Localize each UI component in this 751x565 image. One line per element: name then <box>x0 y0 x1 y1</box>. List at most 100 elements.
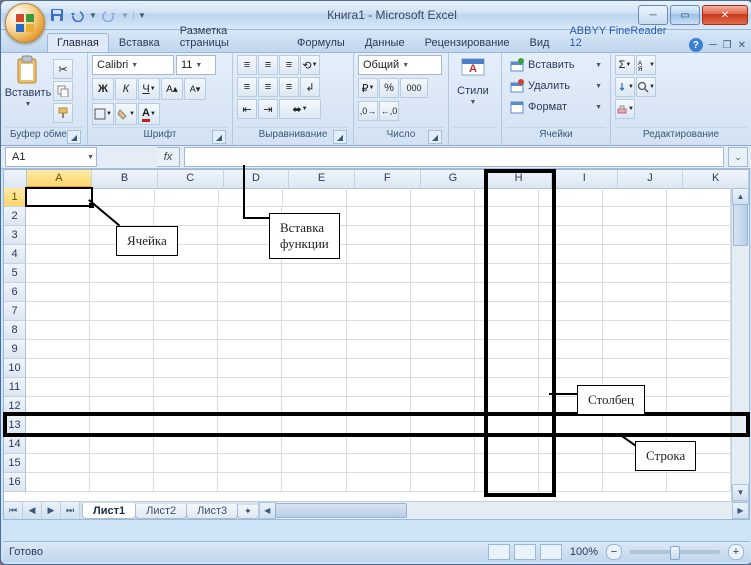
cell[interactable] <box>603 473 667 492</box>
cell[interactable] <box>154 378 218 397</box>
decrease-decimal-icon[interactable]: ←,0 <box>379 101 399 121</box>
cell[interactable] <box>347 454 411 473</box>
row-header[interactable]: 5 <box>4 264 26 283</box>
tab-view[interactable]: Вид <box>520 33 560 52</box>
view-page-break-icon[interactable] <box>540 544 562 560</box>
row-header[interactable]: 14 <box>4 435 26 454</box>
help-icon[interactable]: ? <box>689 38 703 52</box>
wrap-text-icon[interactable]: ↲ <box>300 77 320 97</box>
cell[interactable] <box>667 321 731 340</box>
cell[interactable] <box>347 302 411 321</box>
cell[interactable] <box>539 188 603 207</box>
find-icon[interactable]: ▼ <box>636 77 656 97</box>
cell[interactable] <box>347 207 411 226</box>
cell[interactable] <box>26 397 90 416</box>
cell[interactable] <box>411 359 475 378</box>
increase-font-icon[interactable]: A▴ <box>161 78 183 100</box>
cell[interactable] <box>475 188 539 207</box>
cell[interactable] <box>154 283 218 302</box>
cell[interactable] <box>90 264 154 283</box>
sort-icon[interactable]: АЯ▼ <box>636 55 656 75</box>
undo-dropdown-icon[interactable]: ▼ <box>89 11 97 20</box>
cell[interactable] <box>475 321 539 340</box>
name-box[interactable]: A1▼ <box>5 147 97 167</box>
cell[interactable] <box>667 397 731 416</box>
column-header[interactable]: A <box>27 170 93 188</box>
cell[interactable] <box>218 378 282 397</box>
currency-icon[interactable]: ₽▼ <box>358 78 378 98</box>
cell[interactable] <box>26 454 90 473</box>
scroll-left-icon[interactable]: ◀ <box>259 502 276 519</box>
cell[interactable] <box>90 473 154 492</box>
cell[interactable] <box>347 378 411 397</box>
row-header[interactable]: 7 <box>4 302 26 321</box>
tab-review[interactable]: Рецензирование <box>415 33 520 52</box>
decrease-font-icon[interactable]: A▾ <box>184 78 206 100</box>
cell[interactable] <box>667 378 731 397</box>
dialog-launcher-icon[interactable]: ◢ <box>67 130 81 144</box>
cell[interactable] <box>667 473 731 492</box>
paste-button[interactable]: Вставить ▼ <box>5 55 51 108</box>
column-header[interactable]: E <box>289 170 355 188</box>
cell[interactable] <box>539 340 603 359</box>
cell[interactable] <box>90 340 154 359</box>
cell[interactable] <box>539 302 603 321</box>
decrease-indent-icon[interactable]: ⇤ <box>237 99 257 119</box>
cell[interactable] <box>218 454 282 473</box>
cell[interactable] <box>475 454 539 473</box>
ribbon-minimize-icon[interactable]: ─ <box>709 39 717 51</box>
cell[interactable] <box>539 264 603 283</box>
view-normal-icon[interactable] <box>488 544 510 560</box>
column-header[interactable]: B <box>92 170 158 188</box>
redo-dropdown-icon[interactable]: ▼ <box>121 11 129 20</box>
cell[interactable] <box>667 245 731 264</box>
clear-icon[interactable]: ▼ <box>615 99 635 119</box>
cell[interactable] <box>154 416 218 435</box>
cell[interactable] <box>90 359 154 378</box>
cell[interactable] <box>90 435 154 454</box>
cell[interactable] <box>154 264 218 283</box>
cell[interactable] <box>26 321 90 340</box>
cell[interactable] <box>218 264 282 283</box>
cell[interactable] <box>218 302 282 321</box>
cell[interactable] <box>539 245 603 264</box>
cell[interactable] <box>26 378 90 397</box>
cell[interactable] <box>475 264 539 283</box>
cell[interactable] <box>26 416 90 435</box>
grid-rows[interactable]: 12345678910111213141516 <box>4 188 731 501</box>
cells-format-button[interactable]: Формат▼ <box>506 97 606 117</box>
dialog-launcher-icon[interactable]: ◢ <box>212 130 226 144</box>
vertical-scrollbar[interactable]: ▲ ▼ <box>731 188 749 501</box>
row-header[interactable]: 4 <box>4 245 26 264</box>
sheet-nav-first-icon[interactable]: ⏮ <box>4 502 23 519</box>
cell[interactable] <box>26 226 90 245</box>
tab-abbyy[interactable]: ABBYY FineReader 12 <box>559 21 688 52</box>
cell[interactable] <box>90 454 154 473</box>
cell[interactable] <box>603 226 667 245</box>
row-header[interactable]: 10 <box>4 359 26 378</box>
cell[interactable] <box>475 207 539 226</box>
cell[interactable] <box>282 435 346 454</box>
cell[interactable] <box>90 321 154 340</box>
new-sheet-button[interactable]: ✦ <box>237 505 259 519</box>
cell[interactable] <box>475 245 539 264</box>
cell[interactable] <box>667 416 731 435</box>
cell[interactable] <box>411 416 475 435</box>
font-size-combo[interactable]: 11▼ <box>176 55 216 75</box>
increase-decimal-icon[interactable]: ,0→ <box>358 101 378 121</box>
row-header[interactable]: 8 <box>4 321 26 340</box>
cell[interactable] <box>347 188 411 207</box>
cell[interactable] <box>283 188 347 207</box>
cell[interactable] <box>154 397 218 416</box>
font-color-button[interactable]: A▼ <box>138 103 160 125</box>
cell[interactable] <box>603 264 667 283</box>
row-header[interactable]: 6 <box>4 283 26 302</box>
copy-icon[interactable] <box>53 81 73 101</box>
cell[interactable] <box>27 188 91 207</box>
cell[interactable] <box>603 359 667 378</box>
cell[interactable] <box>282 454 346 473</box>
orientation-icon[interactable]: ⟲▼ <box>300 55 320 75</box>
cell[interactable] <box>218 340 282 359</box>
cell[interactable] <box>347 416 411 435</box>
cell[interactable] <box>91 188 155 207</box>
